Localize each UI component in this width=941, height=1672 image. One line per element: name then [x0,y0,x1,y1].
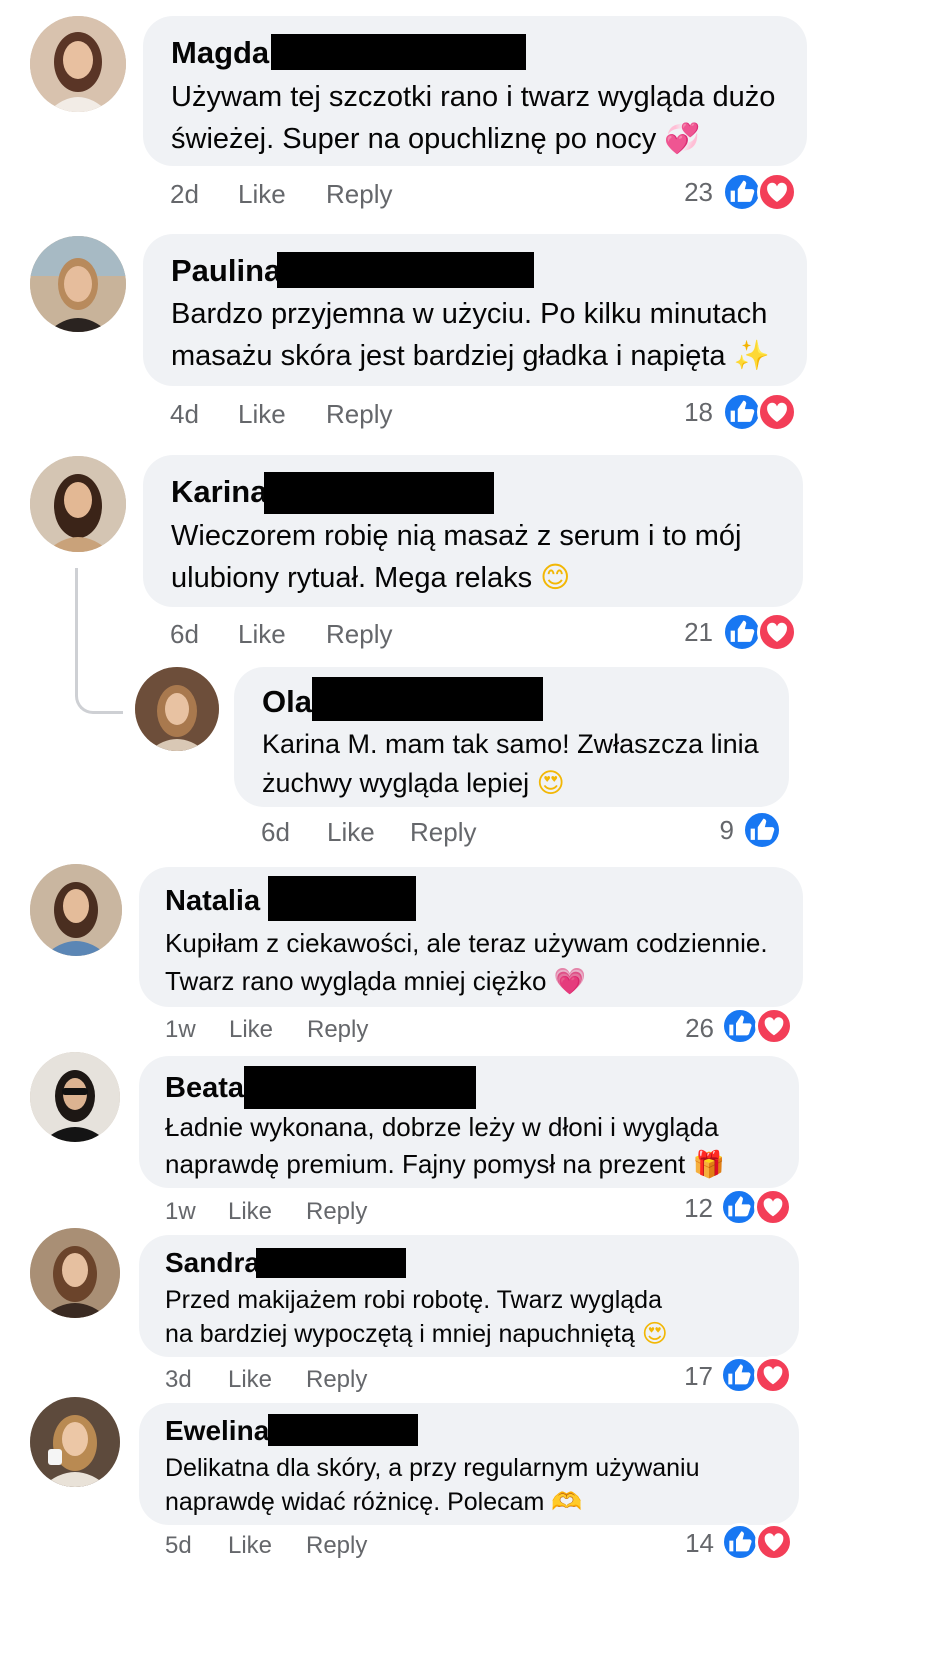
avatar[interactable] [30,1397,120,1487]
heart-hands-emoji: 🫶 [551,1487,583,1516]
like-button[interactable]: Like [228,1531,272,1561]
comment-timestamp[interactable]: 5d [165,1531,192,1561]
redacted-surname [268,1414,418,1446]
reply-button[interactable]: Reply [306,1531,367,1561]
user-avatar-image [30,1397,120,1487]
comment-text-line: naprawdę widać różnicę. Polecam 🫶 [165,1481,582,1523]
thumbs-up-icon[interactable] [721,1523,759,1561]
comment: Ewelina Delikatna dla skóry, a przy regu… [0,0,941,1672]
comment-text-line-2: naprawdę widać różnicę. Polecam [165,1488,545,1516]
reaction-count[interactable]: 14 [654,1528,714,1558]
comment-author-name[interactable]: Ewelina [165,1413,269,1449]
heart-icon[interactable] [755,1523,793,1561]
